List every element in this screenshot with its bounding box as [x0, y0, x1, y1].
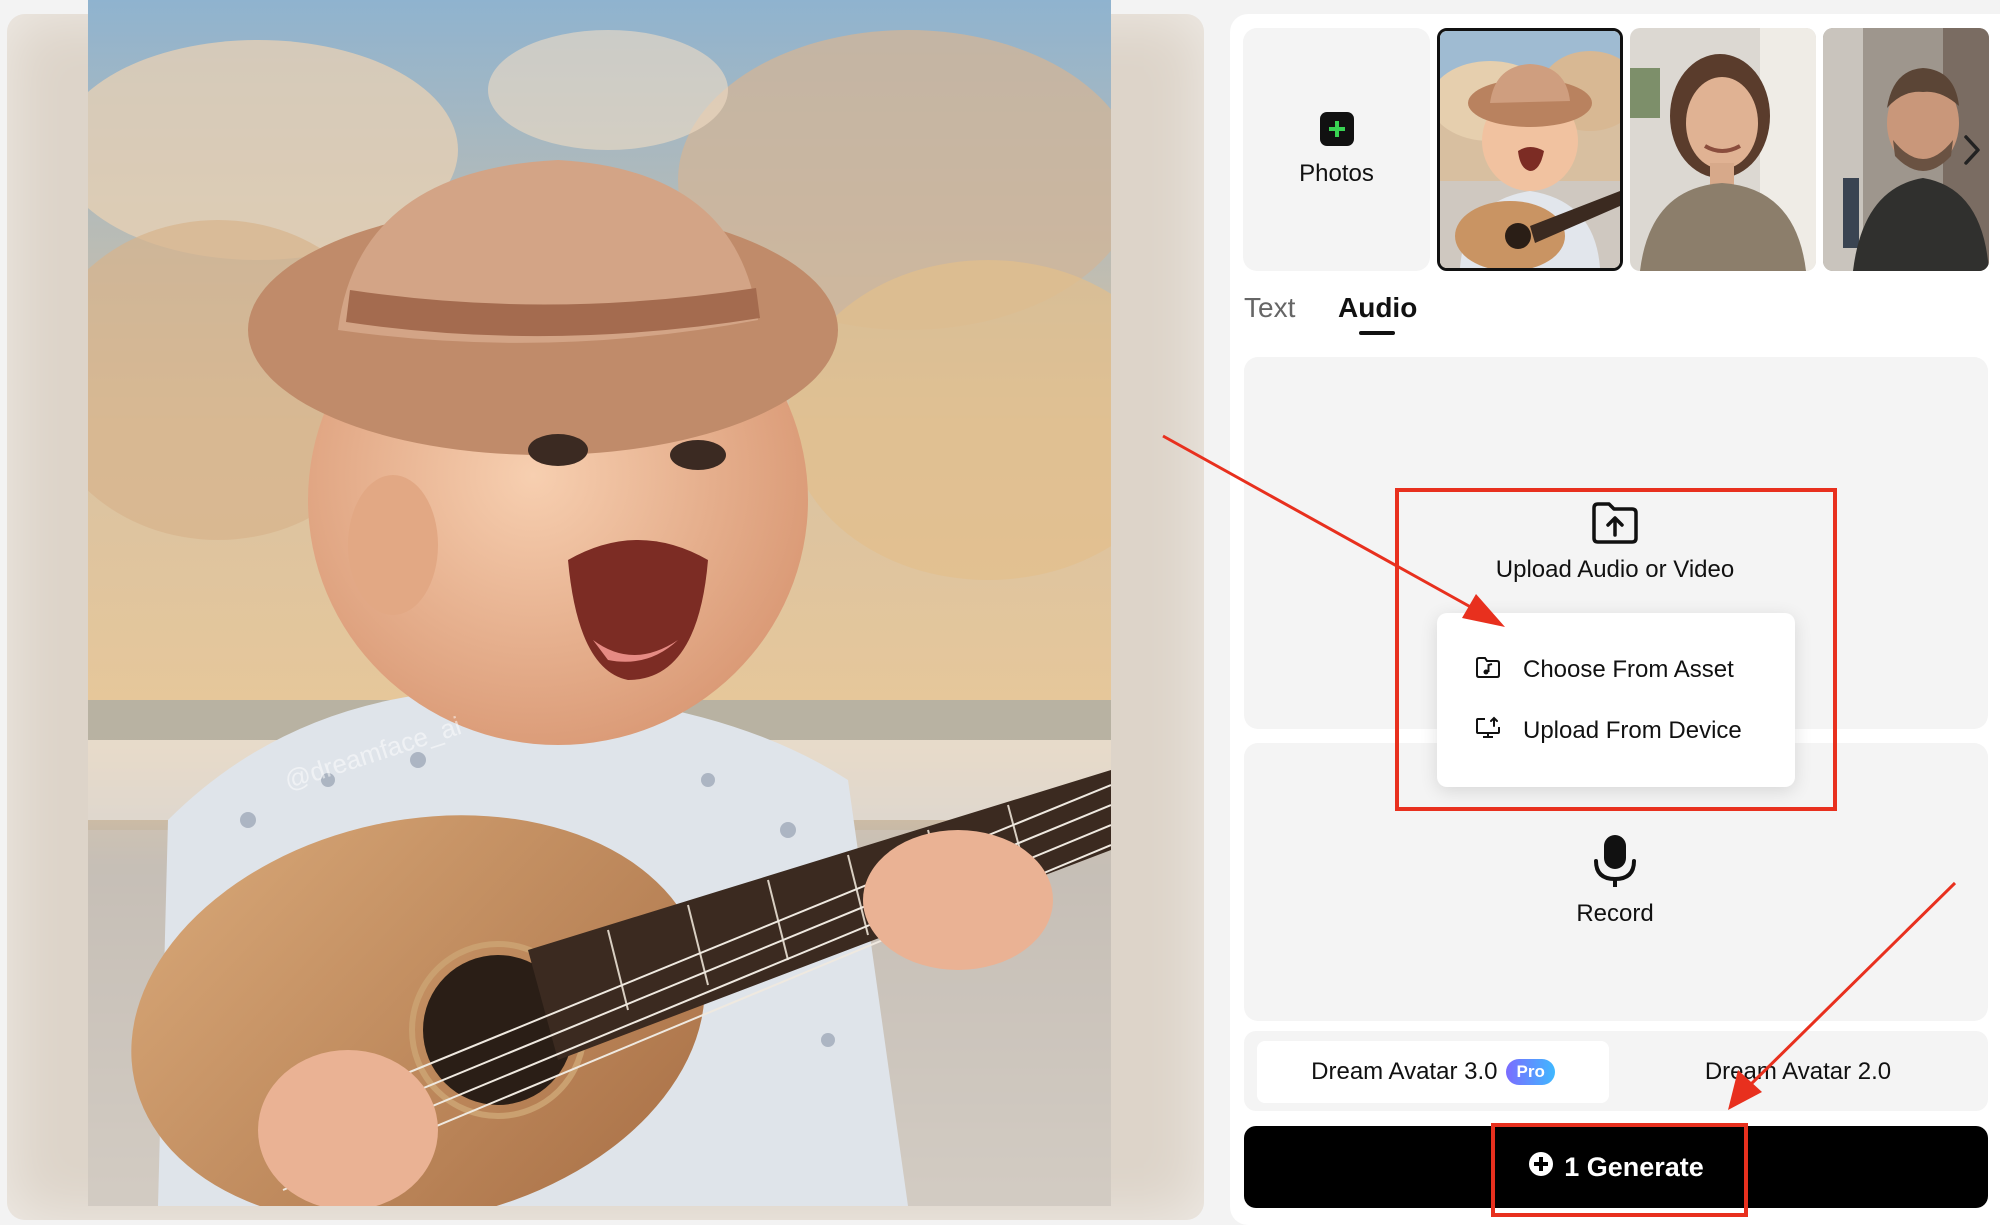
- chevron-right-icon[interactable]: [1954, 122, 1990, 178]
- plus-icon: [1319, 111, 1354, 146]
- add-photos-label: Photos: [1299, 159, 1374, 187]
- model-option-dream-avatar-3[interactable]: Dream Avatar 3.0 Pro: [1257, 1041, 1609, 1103]
- avatar-thumbnail-baby[interactable]: [1437, 28, 1623, 271]
- pro-badge: Pro: [1506, 1059, 1555, 1085]
- preview-image: @dreamface_ai: [88, 0, 1111, 1206]
- microphone-icon: [1592, 833, 1638, 889]
- active-tab-indicator: [1359, 331, 1395, 335]
- highlight-box-upload: [1395, 488, 1837, 811]
- record-label: Record: [1576, 900, 1654, 927]
- model-option-label: Dream Avatar 2.0: [1704, 1058, 1892, 1085]
- add-photos-button[interactable]: Photos: [1243, 28, 1430, 271]
- avatar-thumbnail-woman[interactable]: [1630, 28, 1816, 271]
- model-option-label: Dream Avatar 3.0: [1311, 1058, 1498, 1085]
- tab-audio[interactable]: Audio: [1338, 292, 1417, 324]
- highlight-box-generate: [1491, 1123, 1748, 1217]
- tab-text[interactable]: Text: [1244, 292, 1295, 324]
- model-option-dream-avatar-2[interactable]: Dream Avatar 2.0: [1620, 1041, 1976, 1103]
